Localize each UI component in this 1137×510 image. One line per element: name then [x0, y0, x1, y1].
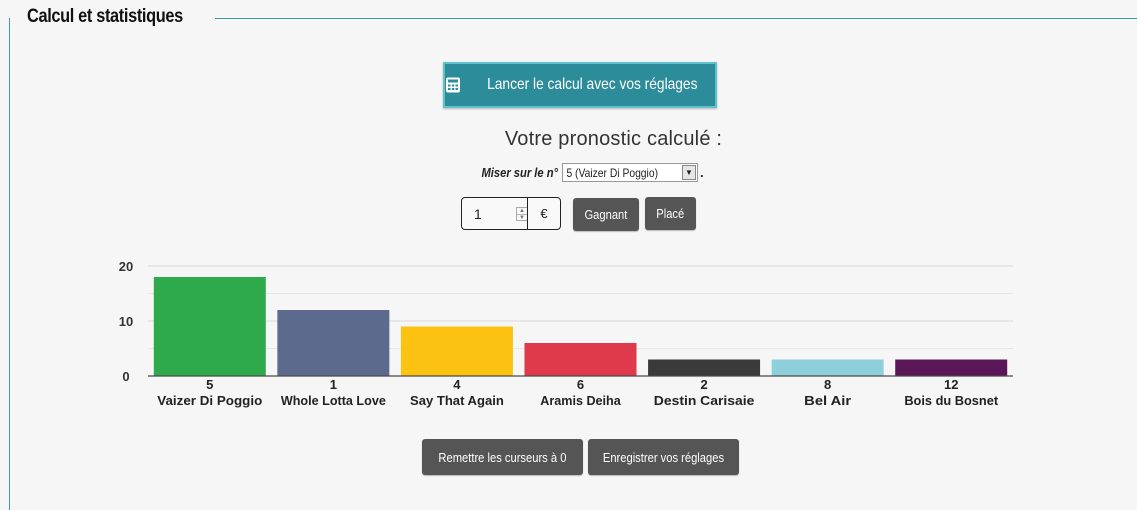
- x-tick-name: Destin Carisaie: [654, 393, 755, 408]
- x-tick-number: 5: [206, 377, 213, 392]
- save-settings-button[interactable]: Enregistrer vos réglages: [588, 439, 739, 475]
- reset-sliders-label: Remettre les curseurs à 0: [438, 449, 567, 465]
- x-tick-number: 4: [453, 377, 461, 392]
- x-tick-name: Whole Lotta Love: [281, 393, 386, 408]
- bar: [153, 277, 266, 376]
- bar: [895, 359, 1008, 376]
- y-tick-label: 0: [122, 369, 129, 384]
- x-tick-name: Say That Again: [410, 393, 504, 408]
- reset-sliders-button[interactable]: Remettre les curseurs à 0: [422, 439, 583, 475]
- x-tick-number: 12: [944, 377, 958, 392]
- save-settings-label: Enregistrer vos réglages: [602, 449, 725, 465]
- x-tick-name: Bel Air: [804, 393, 851, 408]
- x-tick-name: Vaizer Di Poggio: [157, 393, 262, 408]
- bar-chart: 20 10 0 5Vaizer Di Poggio 1Whole Lotta Love 4…: [119, 259, 1013, 408]
- y-tick-label: 20: [119, 259, 133, 274]
- x-tick-name: Aramis Deiha: [540, 393, 621, 408]
- x-tick-number: 2: [700, 377, 707, 392]
- x-tick-number: 8: [824, 377, 831, 392]
- bar: [400, 326, 513, 376]
- y-tick-label: 10: [119, 314, 133, 329]
- x-tick-number: 1: [330, 377, 337, 392]
- x-tick-number: 6: [577, 377, 584, 392]
- bar: [648, 359, 761, 376]
- bar: [524, 343, 637, 376]
- bar: [277, 310, 390, 376]
- x-tick-name: Bois du Bosnet: [904, 393, 998, 408]
- bar: [771, 359, 884, 376]
